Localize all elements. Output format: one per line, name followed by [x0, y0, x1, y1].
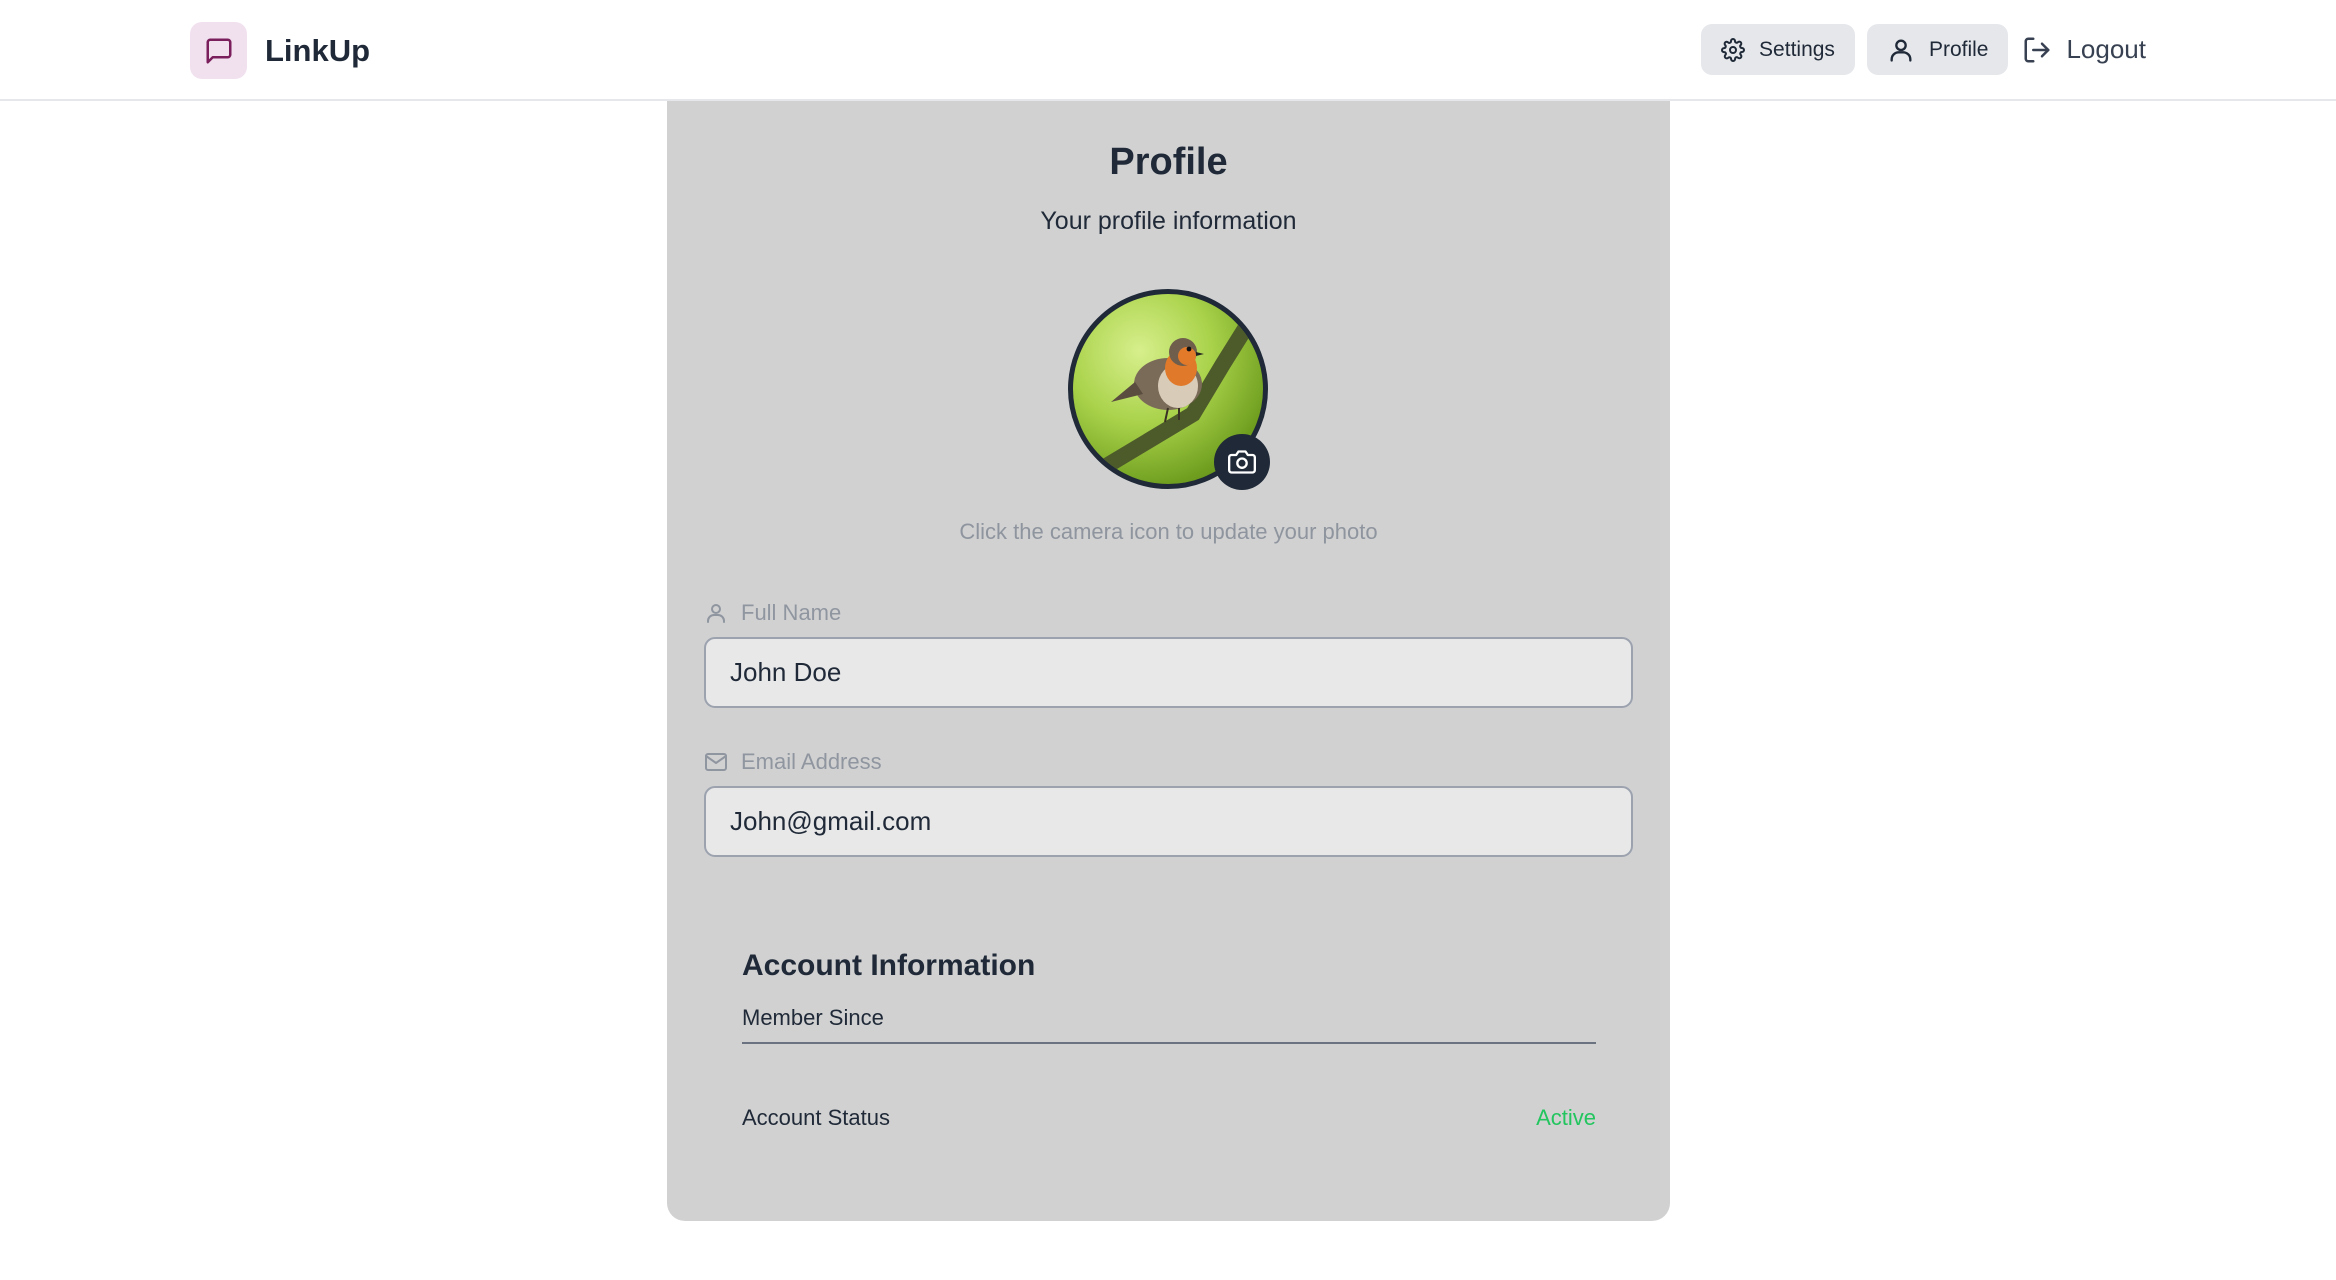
logout-label: Logout [2066, 34, 2146, 64]
page-title: Profile [1109, 141, 1228, 183]
account-status-label: Account Status [742, 1105, 890, 1130]
brand-name: LinkUp [265, 32, 371, 68]
full-name-field[interactable] [704, 637, 1633, 708]
profile-card: Profile Your profile information Click t… [667, 101, 1670, 1221]
email-label: Email Address [704, 749, 882, 775]
gear-icon [1721, 37, 1746, 62]
message-square-icon [190, 22, 247, 79]
member-since-label: Member Since [742, 1005, 884, 1030]
profile-button[interactable]: Profile [1866, 24, 2009, 75]
account-status-value: Active [1536, 1105, 1596, 1130]
account-status-row: Account Status Active [742, 1105, 1596, 1131]
settings-label: Settings [1759, 37, 1835, 61]
member-since-row: Member Since [742, 994, 1596, 1044]
email-field[interactable] [704, 786, 1633, 857]
profile-label: Profile [1928, 37, 1989, 61]
logout-button[interactable]: Logout [2022, 24, 2146, 75]
logout-icon [2024, 37, 2050, 62]
full-name-label-text: Full Name [741, 600, 842, 625]
settings-button[interactable]: Settings [1701, 24, 1855, 75]
header-nav: Settings Profile Logout [1689, 24, 2146, 75]
user-icon [707, 604, 725, 623]
photo-hint: Click the camera icon to update your pho… [959, 519, 1378, 544]
account-info-title: Account Information [742, 949, 1036, 982]
top-navbar: LinkUp Settings Profile Logout [0, 0, 2336, 101]
page-subtitle: Your profile information [1040, 207, 1297, 235]
brand[interactable]: LinkUp [190, 22, 370, 79]
email-label-text: Email Address [741, 749, 882, 774]
change-photo-button[interactable] [1214, 434, 1270, 490]
full-name-label: Full Name [704, 600, 841, 626]
camera-icon [1228, 450, 1256, 474]
user-icon [1890, 39, 1912, 62]
mail-icon [705, 753, 727, 771]
